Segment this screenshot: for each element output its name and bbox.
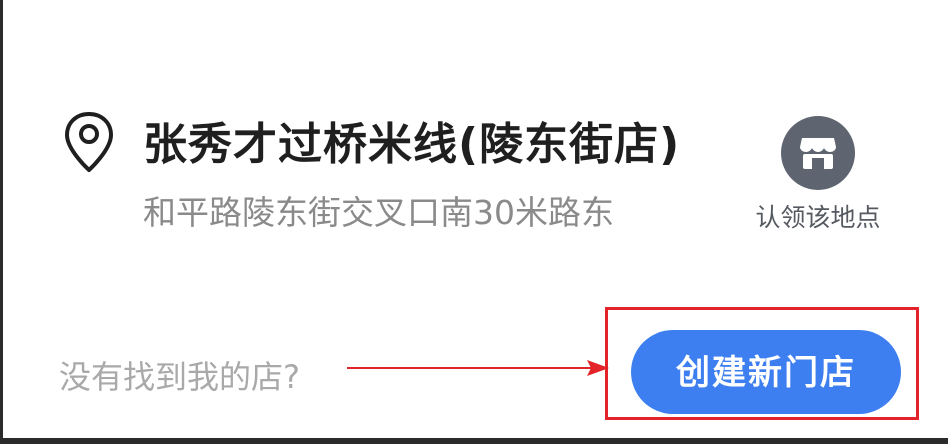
place-name: 张秀才过桥米线(陵东街店) xyxy=(143,119,681,170)
screen-bottom-edge xyxy=(0,438,948,444)
claim-location-button[interactable]: 认领该地点 xyxy=(741,116,891,236)
map-pin-icon xyxy=(65,112,113,172)
store-not-found-prompt: 没有找到我的店? xyxy=(59,358,300,396)
place-result-item[interactable]: 张秀才过桥米线(陵东街店) 和平路陵东街交叉口南30米路东 认领该地点 xyxy=(59,100,919,240)
claim-icon-circle xyxy=(781,116,855,190)
location-select-screen: 张秀才过桥米线(陵东街店) 和平路陵东街交叉口南30米路东 认领该地点 没有找到… xyxy=(0,0,948,444)
claim-location-label: 认领该地点 xyxy=(755,203,881,232)
place-address: 和平路陵东街交叉口南30米路东 xyxy=(143,193,614,232)
create-new-store-button[interactable]: 创建新门店 xyxy=(631,330,901,414)
storefront-icon xyxy=(800,138,836,169)
annotation-arrow-icon xyxy=(347,360,609,376)
